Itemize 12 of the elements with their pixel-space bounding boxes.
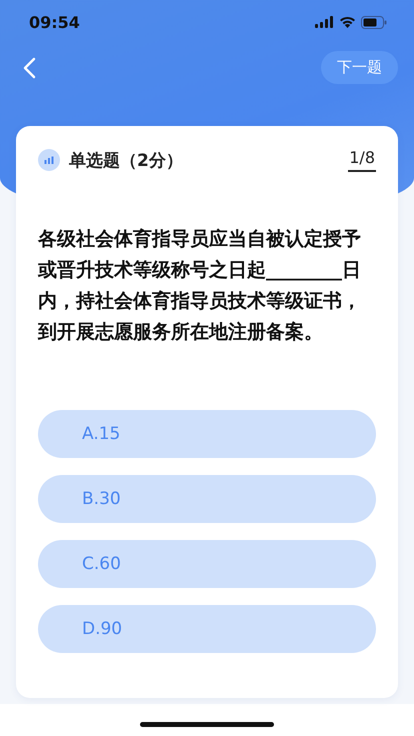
bar-chart-icon [38, 149, 60, 171]
wifi-icon [339, 16, 356, 28]
question-type: 单选题（2分） [69, 150, 183, 172]
next-question-button[interactable]: 下一题 [321, 51, 398, 84]
answer-option[interactable]: B.30 [38, 475, 376, 523]
question-text: 各级社会体育指导员应当自被认定授予或晋升技术等级称号之日起________日内，持社会体育指导员技术等级证书，到开展志愿服务所在地注册备案。 [38, 227, 362, 345]
battery-icon [361, 16, 387, 28]
answer-option[interactable]: C.60 [38, 540, 376, 588]
signal-icon [315, 16, 334, 28]
status-time: 09:54 [29, 12, 80, 32]
answer-option[interactable]: A.15 [38, 410, 376, 458]
answer-option[interactable]: D.90 [38, 605, 376, 653]
